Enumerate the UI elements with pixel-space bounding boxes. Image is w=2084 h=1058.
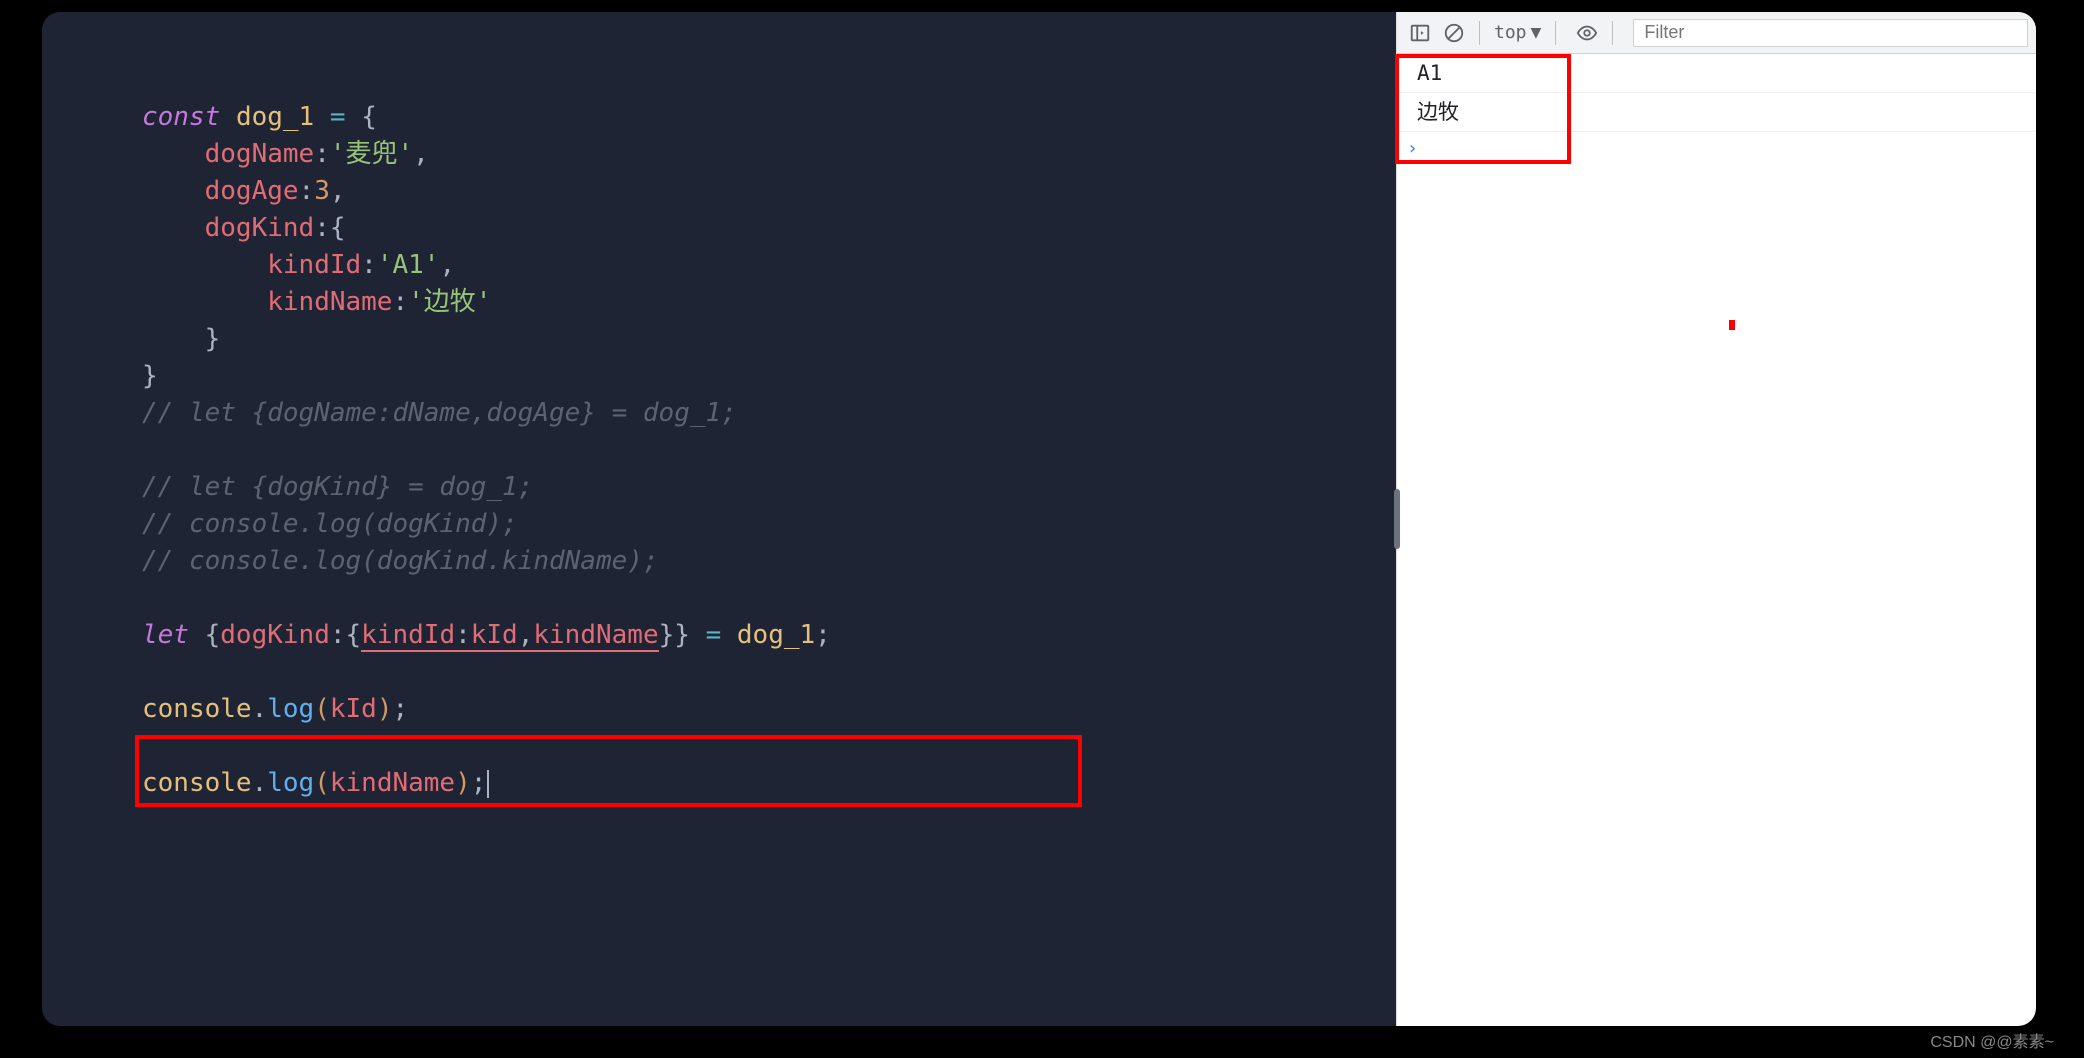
toolbar-separator (1555, 21, 1556, 45)
colon: : (314, 139, 330, 169)
console-log-output: A1 (1397, 54, 2036, 93)
code-editor-pane[interactable]: const dog_1 = { dogName:'麦兜', dogAge:3, … (42, 12, 1396, 1026)
paren: ( (314, 694, 330, 724)
property: dogKind (220, 620, 330, 650)
toolbar-separator (1612, 21, 1613, 45)
comment: // let {dogName:dName,dogAge} = dog_1; (142, 398, 737, 428)
toolbar-separator (1479, 21, 1480, 45)
semicolon: ; (471, 768, 487, 798)
semicolon: ; (815, 620, 831, 650)
property: kindName (533, 620, 658, 650)
colon: : (299, 176, 315, 206)
code-content: const dog_1 = { dogName:'麦兜', dogAge:3, … (42, 62, 1396, 802)
property: dogAge (205, 176, 299, 206)
colon: : (455, 620, 471, 650)
comma: , (439, 250, 455, 280)
semicolon: ; (392, 694, 408, 724)
brace: } (142, 361, 158, 391)
comment: // console.log(dogKind); (142, 509, 518, 539)
string-value: '边牧' (408, 287, 491, 317)
console-toolbar: top ▼ (1397, 12, 2036, 54)
variable: dog_1 (737, 620, 815, 650)
property: kindName (267, 287, 392, 317)
comma: , (330, 176, 346, 206)
console-output-area[interactable]: A1 边牧 › (1397, 54, 2036, 1026)
operator: = (314, 102, 361, 132)
argument: kindName (330, 768, 455, 798)
comment: // console.log(dogKind.kindName); (142, 546, 659, 576)
colon: : (361, 250, 377, 280)
context-selector[interactable]: top ▼ (1490, 22, 1545, 43)
text-cursor (487, 770, 489, 798)
number-value: 3 (314, 176, 330, 206)
paren: ) (455, 768, 471, 798)
comma: , (518, 620, 534, 650)
dot: . (252, 694, 268, 724)
brace: { (189, 620, 220, 650)
property: kId (471, 620, 518, 650)
filter-input[interactable] (1633, 19, 2028, 47)
brace: { (330, 213, 346, 243)
property: dogName (205, 139, 315, 169)
colon: : (314, 213, 330, 243)
operator: = (690, 620, 737, 650)
console-object: console (142, 768, 252, 798)
property: kindId (267, 250, 361, 280)
string-value: '麦兜' (330, 139, 413, 169)
log-method: log (267, 768, 314, 798)
argument: kId (330, 694, 377, 724)
brace: }} (659, 620, 690, 650)
watermark: CSDN @@素素~ (1930, 1028, 2054, 1052)
dot: . (252, 768, 268, 798)
comment: // let {dogKind} = dog_1; (142, 472, 533, 502)
brace: } (205, 324, 221, 354)
context-label: top (1494, 22, 1527, 43)
brace: { (346, 620, 362, 650)
clear-console-icon[interactable] (1439, 18, 1469, 48)
property: dogKind (205, 213, 315, 243)
chevron-down-icon: ▼ (1531, 22, 1542, 43)
console-object: console (142, 694, 252, 724)
paren: ( (314, 768, 330, 798)
string-value: 'A1' (377, 250, 440, 280)
paren: ) (377, 694, 393, 724)
property: kindId (361, 620, 455, 650)
annotation-dot (1729, 320, 1735, 330)
colon: : (330, 620, 346, 650)
brace: { (361, 102, 377, 132)
log-method: log (267, 694, 314, 724)
keyword: let (142, 620, 189, 650)
comma: , (413, 139, 429, 169)
variable: dog_1 (236, 102, 314, 132)
console-log-output: 边牧 (1397, 93, 2036, 132)
pane-resize-handle[interactable] (1394, 489, 1400, 549)
ide-window: const dog_1 = { dogName:'麦兜', dogAge:3, … (42, 12, 2036, 1026)
live-expression-icon[interactable] (1572, 18, 1602, 48)
console-prompt[interactable]: › (1397, 132, 2036, 165)
toggle-sidebar-icon[interactable] (1405, 18, 1435, 48)
devtools-console-pane: top ▼ A1 边牧 › (1396, 12, 2036, 1026)
colon: : (392, 287, 408, 317)
keyword: const (142, 102, 220, 132)
